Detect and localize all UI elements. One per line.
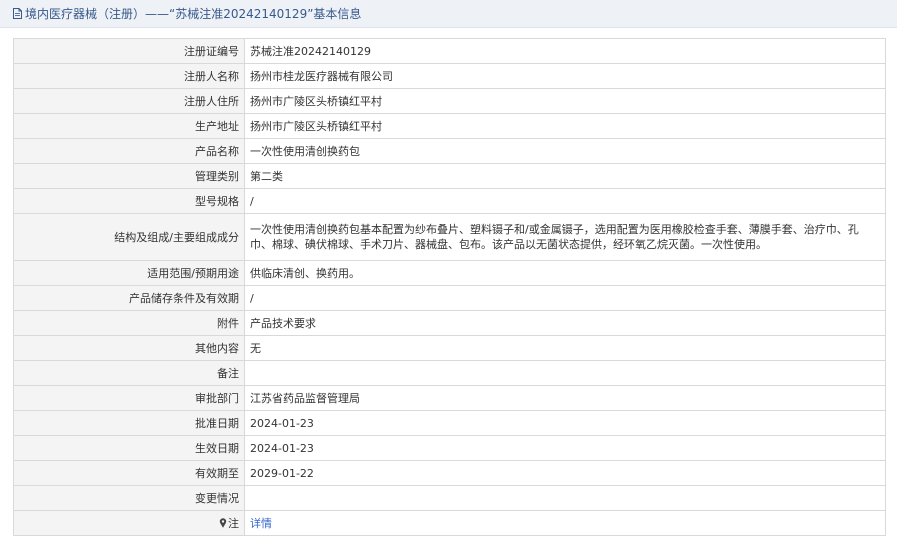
row-value: 一次性使用清创换药包基本配置为纱布叠片、塑料镊子和/或金属镊子，选用配置为医用橡… bbox=[244, 213, 886, 261]
row-label: 型号规格 bbox=[13, 188, 245, 214]
row-value bbox=[244, 360, 886, 386]
table-row: 产品储存条件及有效期 / bbox=[13, 285, 886, 311]
table-row: 注册人名称 扬州市桂龙医疗器械有限公司 bbox=[13, 63, 886, 89]
table-row: 产品名称 一次性使用清创换药包 bbox=[13, 138, 886, 164]
row-value: 一次性使用清创换药包 bbox=[244, 138, 886, 164]
row-value: 供临床清创、换药用。 bbox=[244, 260, 886, 286]
row-value: 产品技术要求 bbox=[244, 310, 886, 336]
row-label: 注册证编号 bbox=[13, 38, 245, 64]
row-label: 注册人住所 bbox=[13, 88, 245, 114]
row-label: 生产地址 bbox=[13, 113, 245, 139]
table-row: 生效日期 2024-01-23 bbox=[13, 435, 886, 461]
row-value: 第二类 bbox=[244, 163, 886, 189]
table-row: 适用范围/预期用途 供临床清创、换药用。 bbox=[13, 260, 886, 286]
row-value: 2029-01-22 bbox=[244, 460, 886, 486]
row-label: 生效日期 bbox=[13, 435, 245, 461]
row-label: 有效期至 bbox=[13, 460, 245, 486]
table-row: 批准日期 2024-01-23 bbox=[13, 410, 886, 436]
table-row: 注册人住所 扬州市广陵区头桥镇红平村 bbox=[13, 88, 886, 114]
row-label: 附件 bbox=[13, 310, 245, 336]
table-row: 审批部门 江苏省药品监督管理局 bbox=[13, 385, 886, 411]
table-row: 型号规格 / bbox=[13, 188, 886, 214]
note-label: 注 bbox=[13, 510, 245, 536]
row-label: 其他内容 bbox=[13, 335, 245, 361]
table-row: 注册证编号 苏械注准20242140129 bbox=[13, 38, 886, 64]
page-title: 境内医疗器械（注册）——“苏械注准20242140129”基本信息 bbox=[25, 7, 362, 21]
table-row: 有效期至 2029-01-22 bbox=[13, 460, 886, 486]
row-value: 扬州市广陵区头桥镇红平村 bbox=[244, 88, 886, 114]
row-value: 2024-01-23 bbox=[244, 410, 886, 436]
row-value: 2024-01-23 bbox=[244, 435, 886, 461]
note-label-text: 注 bbox=[228, 516, 239, 530]
row-value: 江苏省药品监督管理局 bbox=[244, 385, 886, 411]
row-value bbox=[244, 485, 886, 511]
table-row: 变更情况 bbox=[13, 485, 886, 511]
row-value: / bbox=[244, 285, 886, 311]
page-header: 境内医疗器械（注册）——“苏械注准20242140129”基本信息 bbox=[0, 0, 897, 28]
row-value: 无 bbox=[244, 335, 886, 361]
row-value: / bbox=[244, 188, 886, 214]
table-row: 结构及组成/主要组成成分 一次性使用清创换药包基本配置为纱布叠片、塑料镊子和/或… bbox=[13, 213, 886, 261]
row-value: 苏械注准20242140129 bbox=[244, 38, 886, 64]
table-row: 其他内容 无 bbox=[13, 335, 886, 361]
note-value: 详情 bbox=[244, 510, 886, 536]
table-row: 附件 产品技术要求 bbox=[13, 310, 886, 336]
row-value: 扬州市广陵区头桥镇红平村 bbox=[244, 113, 886, 139]
row-label: 备注 bbox=[13, 360, 245, 386]
row-label: 批准日期 bbox=[13, 410, 245, 436]
document-icon bbox=[13, 8, 22, 19]
registration-detail-table: 注册证编号 苏械注准20242140129 注册人名称 扬州市桂龙医疗器械有限公… bbox=[13, 38, 886, 536]
row-label: 产品储存条件及有效期 bbox=[13, 285, 245, 311]
pin-icon bbox=[219, 517, 227, 528]
row-value: 扬州市桂龙医疗器械有限公司 bbox=[244, 63, 886, 89]
table-row: 生产地址 扬州市广陵区头桥镇红平村 bbox=[13, 113, 886, 139]
row-label: 变更情况 bbox=[13, 485, 245, 511]
row-label: 管理类别 bbox=[13, 163, 245, 189]
row-label: 适用范围/预期用途 bbox=[13, 260, 245, 286]
row-label: 结构及组成/主要组成成分 bbox=[13, 213, 245, 261]
table-row: 管理类别 第二类 bbox=[13, 163, 886, 189]
row-label: 产品名称 bbox=[13, 138, 245, 164]
table-row: 注 详情 bbox=[13, 510, 886, 536]
row-label: 审批部门 bbox=[13, 385, 245, 411]
details-link[interactable]: 详情 bbox=[250, 517, 272, 530]
row-label: 注册人名称 bbox=[13, 63, 245, 89]
table-row: 备注 bbox=[13, 360, 886, 386]
